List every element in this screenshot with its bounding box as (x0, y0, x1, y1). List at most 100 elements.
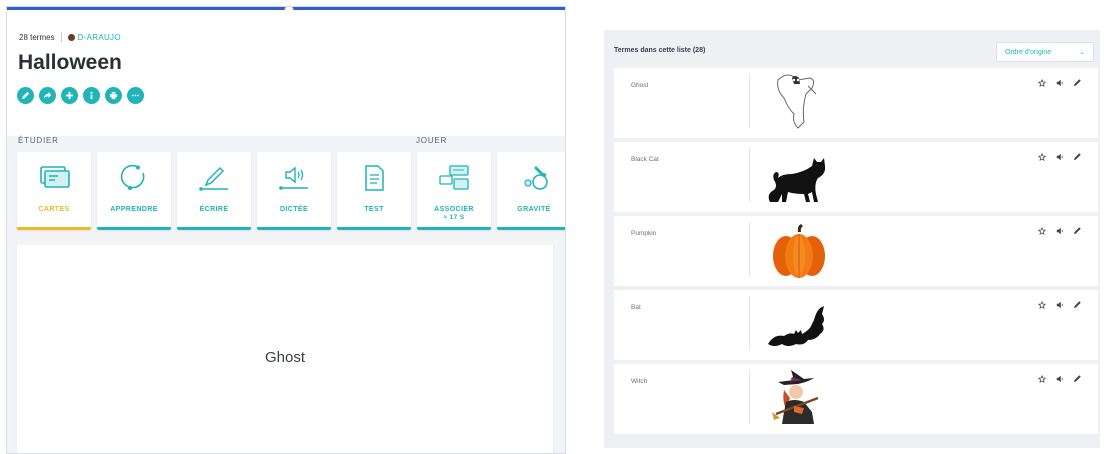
ghost-drawing (777, 74, 817, 129)
mode-label: TEST (364, 206, 384, 213)
edit-term-button[interactable] (1073, 374, 1082, 383)
term-divider (749, 74, 750, 128)
term-count: 28 termes (19, 32, 55, 42)
star-button[interactable] (1037, 374, 1046, 383)
flashcard[interactable]: Ghost (17, 245, 553, 453)
edit-term-button[interactable] (1073, 152, 1082, 161)
match-icon (439, 165, 469, 190)
add-button[interactable] (61, 87, 78, 104)
audio-button[interactable] (1055, 226, 1064, 235)
mode-associer[interactable]: ASSOCIER ≈ 17 S (417, 152, 491, 230)
info-button[interactable] (83, 87, 100, 104)
mode-label-text: ASSOCIER (434, 206, 474, 213)
meta-divider (60, 32, 62, 42)
set-header: 28 termes D-ARAUJO Halloween (7, 10, 565, 136)
mode-apprendre[interactable]: APPRENDRE (97, 152, 171, 230)
term-tools (1037, 152, 1082, 161)
star-icon (1037, 152, 1046, 161)
speaker-icon (1056, 153, 1063, 160)
gravity-icon (524, 166, 548, 190)
play-section-label: JOUER (416, 136, 448, 145)
dictation-icon (279, 166, 308, 190)
mode-label: GRAVITÉ (517, 206, 551, 213)
set-actions (17, 87, 144, 104)
term-divider (749, 296, 750, 350)
star-button[interactable] (1037, 226, 1046, 235)
audio-button[interactable] (1055, 374, 1064, 383)
study-set-panel: 28 termes D-ARAUJO Halloween ÉTUDIER JOU… (6, 6, 566, 454)
match-time: ≈ 17 S (443, 214, 465, 221)
set-meta: 28 termes D-ARAUJO (19, 32, 121, 42)
term-tools (1037, 300, 1082, 309)
star-icon (1037, 374, 1046, 383)
edit-term-button[interactable] (1073, 78, 1082, 87)
star-icon (1037, 226, 1046, 235)
sort-select-value: Ordre d'origine (1005, 48, 1052, 56)
pumpkin-image (773, 224, 825, 278)
star-button[interactable] (1037, 300, 1046, 309)
mode-label: APPRENDRE (110, 206, 158, 213)
edit-term-button[interactable] (1073, 226, 1082, 235)
print-button[interactable] (105, 87, 122, 104)
audio-button[interactable] (1055, 300, 1064, 309)
mode-gravite[interactable]: GRAVITÉ (497, 152, 565, 230)
term-tools (1037, 226, 1082, 235)
share-icon (43, 91, 52, 99)
term-row: Ghost (614, 68, 1098, 138)
author-name: D-ARAUJO (77, 32, 121, 42)
term-tools (1037, 78, 1082, 87)
speaker-icon (1056, 301, 1063, 308)
learn-icon (120, 164, 145, 190)
term-word: Ghost (631, 82, 649, 89)
term-row: Bat (614, 290, 1098, 360)
chevron-down-icon: ⌄ (1079, 49, 1085, 56)
term-divider (749, 370, 750, 424)
term-word: Pumpkin (631, 230, 657, 237)
term-row: Pumpkin (614, 216, 1098, 286)
term-list-header: Termes dans cette liste (28) (614, 47, 706, 54)
edit-term-button[interactable] (1073, 300, 1082, 309)
term-word: Witch (631, 378, 648, 385)
mode-label: ASSOCIER ≈ 17 S (417, 206, 491, 222)
star-button[interactable] (1037, 78, 1046, 87)
more-icon (131, 94, 140, 97)
witch-image (772, 370, 819, 424)
mode-test[interactable]: TEST (337, 152, 411, 230)
avatar (67, 33, 75, 41)
mode-label: ÉCRIRE (199, 206, 229, 213)
mode-label: DICTÉE (279, 206, 309, 213)
term-list-panel: Termes dans cette liste (28) Ordre d'ori… (604, 30, 1100, 448)
term-word: Black Cat (631, 156, 659, 163)
pencil-icon (1073, 227, 1081, 235)
write-icon (199, 166, 228, 191)
term-word: Bat (631, 304, 641, 311)
print-icon (109, 91, 118, 100)
audio-button[interactable] (1055, 78, 1064, 87)
bat-silhouette (768, 306, 824, 346)
term-tools (1037, 374, 1082, 383)
study-modes: CARTES APPRENDRE ÉCRIRE DICTÉE TEST ASSO… (17, 152, 565, 230)
star-button[interactable] (1037, 152, 1046, 161)
mode-ecrire[interactable]: ÉCRIRE (177, 152, 251, 230)
share-button[interactable] (39, 87, 56, 104)
more-button[interactable] (127, 87, 144, 104)
term-row: Black Cat (614, 142, 1098, 212)
add-icon (65, 91, 74, 100)
sort-select[interactable]: Ordre d'origine ⌄ (996, 42, 1094, 62)
test-icon (365, 165, 384, 191)
mode-dictee[interactable]: DICTÉE (257, 152, 331, 230)
edit-button[interactable] (17, 87, 34, 104)
star-icon (1037, 300, 1046, 309)
speaker-icon (1056, 79, 1063, 86)
page-title: Halloween (18, 51, 122, 74)
edit-icon (21, 91, 30, 100)
mode-label: CARTES (38, 206, 70, 213)
pencil-icon (1073, 375, 1081, 383)
study-section-label: ÉTUDIER (18, 136, 59, 145)
mode-cartes[interactable]: CARTES (17, 152, 91, 230)
term-row: Witch (614, 364, 1098, 434)
info-icon (90, 91, 93, 100)
speaker-icon (1056, 227, 1063, 234)
audio-button[interactable] (1055, 152, 1064, 161)
author-link[interactable]: D-ARAUJO (67, 32, 121, 42)
